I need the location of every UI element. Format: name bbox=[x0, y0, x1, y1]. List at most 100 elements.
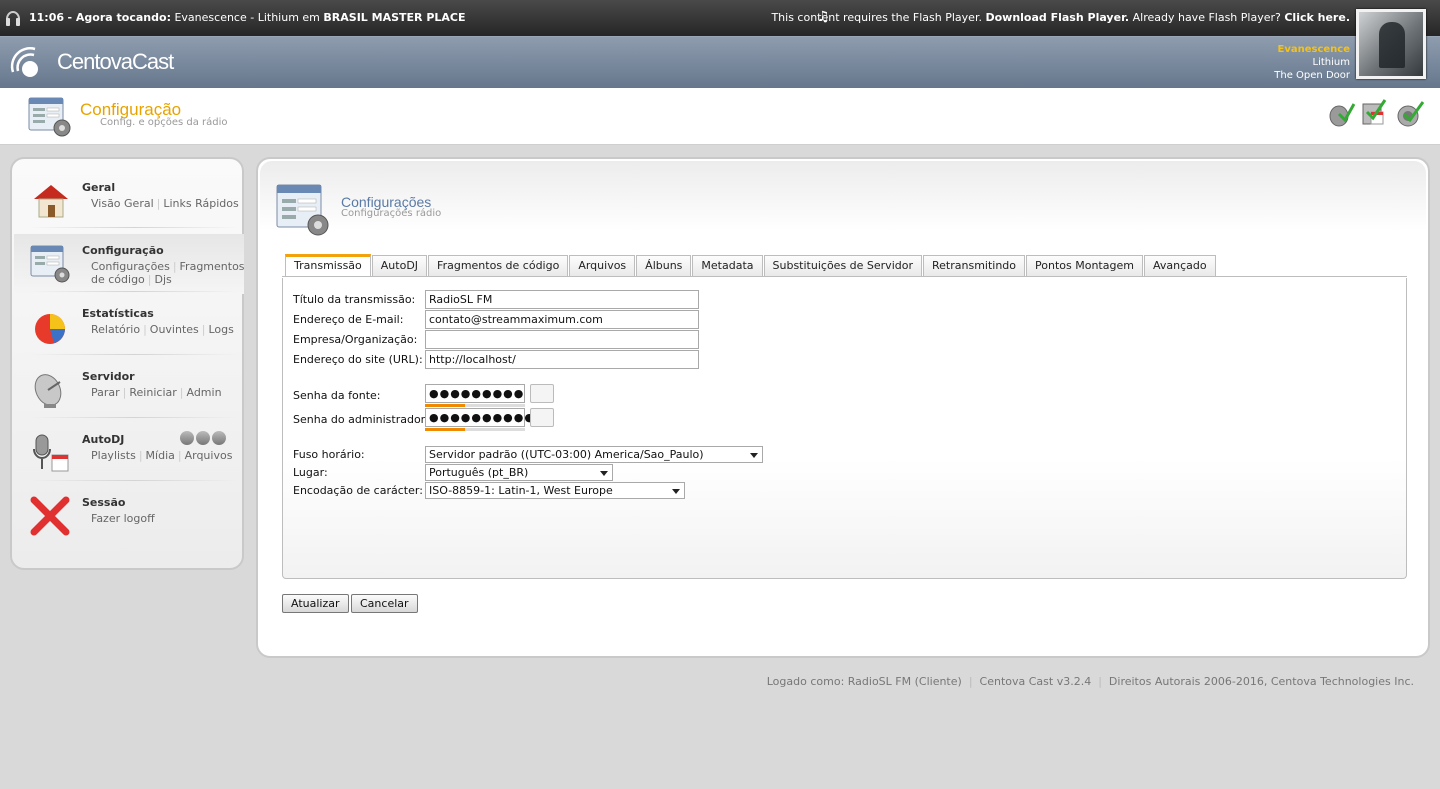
link-visao-geral[interactable]: Visão Geral bbox=[91, 197, 154, 210]
org-label: Empresa/Organização: bbox=[293, 333, 418, 346]
autodj-stop-icon[interactable] bbox=[196, 431, 210, 445]
transmission-form: Título da transmissão: RadioSL FM Endere… bbox=[282, 278, 1407, 579]
pie-chart-icon bbox=[35, 314, 65, 344]
link-parar[interactable]: Parar bbox=[91, 386, 120, 399]
chevron-down-icon bbox=[672, 489, 680, 494]
org-input[interactable] bbox=[425, 330, 699, 349]
centova-logo-icon bbox=[10, 47, 38, 77]
link-relatorio[interactable]: Relatório bbox=[91, 323, 140, 336]
nav-sessao-title[interactable]: Sessão bbox=[82, 496, 125, 509]
virtual-keyboard-icon[interactable] bbox=[530, 384, 554, 403]
link-configuracoes[interactable]: Configurações bbox=[91, 260, 170, 273]
tab-pontos-montagem[interactable]: Pontos Montagem bbox=[1026, 255, 1143, 277]
link-arquivos[interactable]: Arquivos bbox=[185, 449, 233, 462]
link-reiniciar[interactable]: Reiniciar bbox=[129, 386, 176, 399]
timezone-value: Servidor padrão ((UTC-03:00) America/Sao… bbox=[429, 448, 704, 461]
locale-select[interactable]: Português (pt_BR) bbox=[425, 464, 613, 481]
charset-select[interactable]: ISO-8859-1: Latin-1, West Europe bbox=[425, 482, 685, 499]
charset-label: Encodação de carácter: bbox=[293, 484, 423, 497]
tab-bar: Transmissão AutoDJ Fragmentos de código Arq… bbox=[285, 254, 1217, 277]
tab-transmissao[interactable]: Transmissão bbox=[285, 254, 371, 277]
settings-form-icon bbox=[276, 184, 329, 236]
admin-password-label: Senha do administrador: bbox=[293, 413, 429, 426]
settings-form-icon bbox=[28, 97, 71, 137]
current-track: Evanescence Lithium The Open Door bbox=[1274, 43, 1350, 82]
now-playing-track: Evanescence - Lithium em bbox=[174, 11, 320, 24]
start-stream-icon[interactable] bbox=[1327, 98, 1355, 128]
tab-retransmitindo[interactable]: Retransmitindo bbox=[923, 255, 1026, 277]
link-djs[interactable]: Djs bbox=[155, 273, 172, 286]
section-subtitle: Configurações rádio bbox=[341, 208, 442, 219]
footer: Logado como: RadioSL FM (Cliente) | Centov… bbox=[766, 675, 1414, 688]
url-label: Endereço do site (URL): bbox=[293, 353, 423, 366]
flash-message: This content requires the Flash Player. bbox=[771, 11, 982, 24]
home-icon bbox=[34, 185, 68, 218]
track-artist: Evanescence bbox=[1277, 44, 1351, 55]
autodj-next-icon[interactable] bbox=[212, 431, 226, 445]
page-subtitle: Config. e opções da rádio bbox=[100, 117, 228, 128]
logo-text[interactable]: CentovaCast bbox=[57, 49, 174, 75]
locale-value: Português (pt_BR) bbox=[429, 466, 529, 479]
chevron-down-icon bbox=[600, 471, 608, 476]
autodj-controls bbox=[180, 431, 230, 445]
logged-as: Logado como: RadioSL FM (Cliente) bbox=[766, 675, 962, 688]
url-input[interactable]: http://localhost/ bbox=[425, 350, 699, 369]
tab-substituicoes[interactable]: Substituições de Servidor bbox=[763, 255, 922, 277]
locale-label: Lugar: bbox=[293, 466, 328, 479]
main-panel: Configurações Configurações rádio Transm… bbox=[256, 157, 1430, 658]
link-logs[interactable]: Logs bbox=[209, 323, 234, 336]
download-flash-link[interactable]: Download Flash Player. bbox=[985, 11, 1129, 24]
chevron-down-icon bbox=[750, 453, 758, 458]
charset-value: ISO-8859-1: Latin-1, West Europe bbox=[429, 484, 613, 497]
virtual-keyboard-icon[interactable] bbox=[530, 408, 554, 427]
timezone-select[interactable]: Servidor padrão ((UTC-03:00) America/Sao… bbox=[425, 446, 763, 463]
link-playlists[interactable]: Playlists bbox=[91, 449, 136, 462]
tab-autodj[interactable]: AutoDJ bbox=[371, 255, 428, 277]
clock: 11:06 bbox=[29, 11, 65, 24]
tab-avancado[interactable]: Avançado bbox=[1143, 255, 1216, 277]
autodj-calendar-icon[interactable] bbox=[1361, 98, 1389, 128]
track-title: Lithium bbox=[1312, 57, 1350, 68]
link-fazer-logoff[interactable]: Fazer logoff bbox=[91, 512, 155, 525]
source-password-input[interactable]: ●●●●●●●●● bbox=[425, 384, 525, 403]
click-here-link[interactable]: Click here. bbox=[1284, 11, 1350, 24]
update-button[interactable]: Atualizar bbox=[282, 594, 349, 613]
config-icon bbox=[30, 245, 70, 283]
headphones-icon bbox=[6, 11, 20, 26]
sidebar: Geral Visão Geral | Links Rápidos Configur… bbox=[10, 157, 245, 570]
cancel-button[interactable]: Cancelar bbox=[351, 594, 418, 613]
logout-x-icon bbox=[30, 496, 70, 536]
link-links-rapidos[interactable]: Links Rápidos bbox=[163, 197, 238, 210]
nav-servidor-title[interactable]: Servidor bbox=[82, 370, 135, 383]
nav-estatisticas-title[interactable]: Estatísticas bbox=[82, 307, 154, 320]
server-ok-icon[interactable] bbox=[1396, 98, 1424, 128]
satellite-dish-icon bbox=[34, 374, 62, 408]
tab-fragmentos[interactable]: Fragmentos de código bbox=[428, 255, 569, 277]
now-playing: 11:06 - Agora tocando: Evanescence - Lit… bbox=[29, 11, 466, 24]
nav-configuracao-title[interactable]: Configuração bbox=[82, 244, 164, 257]
flash-have: Already have Flash Player? bbox=[1132, 11, 1281, 24]
admin-password-input[interactable]: ●●●●●●●●●●● bbox=[425, 408, 545, 427]
nav-geral-title[interactable]: Geral bbox=[82, 181, 115, 194]
now-playing-label: Agora tocando: bbox=[75, 11, 171, 24]
email-input[interactable]: contato@streammaximum.com bbox=[425, 310, 699, 329]
album-art bbox=[1356, 9, 1426, 79]
top-bar: 11:06 - Agora tocando: Evanescence - Lit… bbox=[0, 0, 1440, 36]
tab-metadata[interactable]: Metadata bbox=[692, 255, 763, 277]
autodj-prev-icon[interactable] bbox=[180, 431, 194, 445]
timezone-label: Fuso horário: bbox=[293, 448, 365, 461]
copyright: Direitos Autorais 2006-2016, Centova Tec… bbox=[1108, 675, 1414, 688]
page-title-band: Configuração Config. e opções da rádio bbox=[0, 88, 1440, 145]
station-name: BRASIL MASTER PLACE bbox=[323, 11, 466, 24]
nav-autodj-title[interactable]: AutoDJ bbox=[82, 433, 124, 446]
title-input[interactable]: RadioSL FM bbox=[425, 290, 699, 309]
link-ouvintes[interactable]: Ouvintes bbox=[150, 323, 199, 336]
email-label: Endereço de E-mail: bbox=[293, 313, 404, 326]
tab-arquivos[interactable]: Arquivos bbox=[569, 255, 636, 277]
link-admin[interactable]: Admin bbox=[186, 386, 221, 399]
tab-albuns[interactable]: Álbuns bbox=[636, 255, 692, 277]
link-midia[interactable]: Mídia bbox=[146, 449, 175, 462]
admin-password-strength bbox=[425, 428, 525, 431]
title-label: Título da transmissão: bbox=[293, 293, 416, 306]
flash-notice: This content requires the Flash Player. … bbox=[771, 11, 1350, 24]
